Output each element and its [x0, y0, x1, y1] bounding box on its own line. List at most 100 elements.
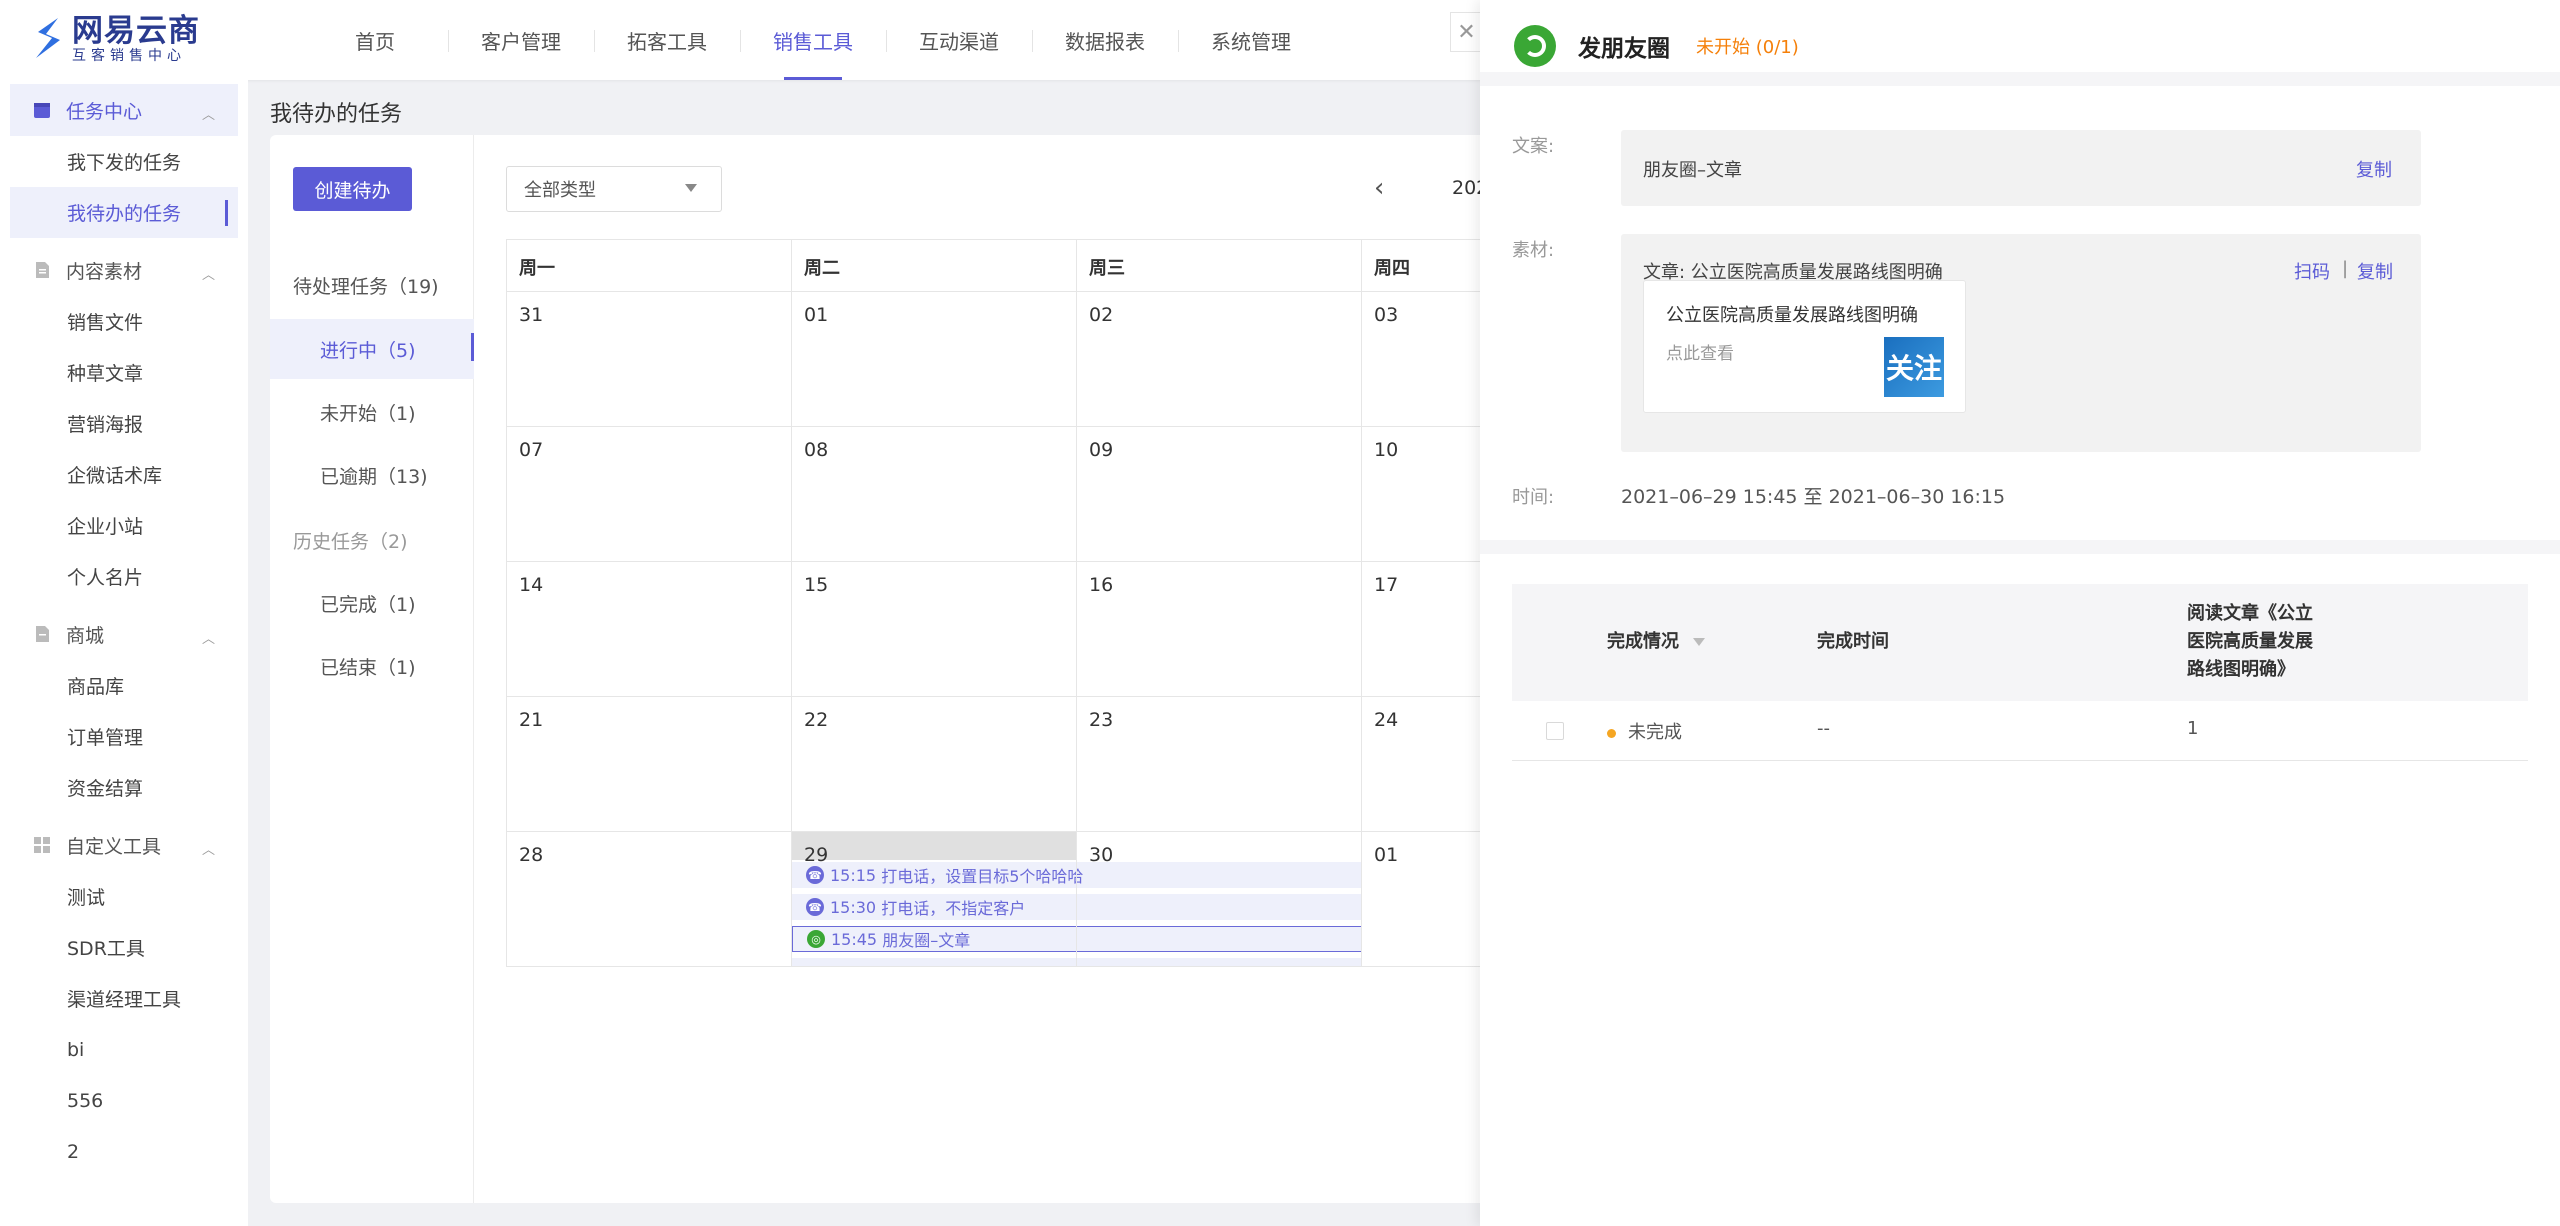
- sidebar-item-fund-settlement[interactable]: 资金结算: [0, 762, 248, 813]
- caret-down-icon: [685, 184, 697, 192]
- sidebar-group-mall[interactable]: 商城 ︿: [0, 608, 248, 660]
- sidebar-item-sdr-tool[interactable]: SDR工具: [0, 922, 248, 973]
- weekday-wed: 周三: [1076, 240, 1361, 291]
- calendar-day[interactable]: 28: [506, 832, 791, 966]
- logo-icon: [30, 14, 66, 64]
- sidebar-group-task-center[interactable]: 任务中心 ︿: [10, 84, 238, 136]
- grid-icon: [32, 835, 52, 855]
- completion-table: 完成情况 完成时间 阅读文章《公立 医院高质量发展 路线图明确》 未完成 -- …: [1512, 584, 2528, 761]
- sidebar-item-business-card[interactable]: 个人名片: [0, 551, 248, 602]
- time-range: 2021–06–29 15:45 至 2021–06–30 16:15: [1621, 486, 2006, 508]
- moments-icon: [1514, 25, 1556, 67]
- task-type-select[interactable]: 全部类型: [506, 166, 722, 212]
- weekday-tue: 周二: [791, 240, 1076, 291]
- calendar-day[interactable]: 02: [1076, 292, 1361, 426]
- copy-box: 朋友圈–文章 复制: [1621, 130, 2421, 206]
- sidebar-group-custom-tools[interactable]: 自定义工具 ︿: [0, 819, 248, 871]
- sidebar-item-seeding-articles[interactable]: 种草文章: [0, 347, 248, 398]
- calendar-day[interactable]: 01: [791, 292, 1076, 426]
- task-filter-column: 创建待办 待处理任务（19) 进行中（5) 未开始（1) 已逾期（13) 历史任…: [270, 135, 474, 1203]
- sidebar-item-my-assigned-tasks[interactable]: 我下发的任务: [0, 136, 248, 187]
- create-todo-button[interactable]: 创建待办: [293, 167, 412, 211]
- row-checkbox[interactable]: [1546, 722, 1564, 740]
- copy-label: 文案:: [1512, 136, 1555, 157]
- chevron-up-icon[interactable]: ︿: [202, 264, 215, 283]
- sidebar-item-sales-files[interactable]: 销售文件: [0, 296, 248, 347]
- calendar-week: 28 29 ☎ 15:15 打电话，设置目标5个哈哈哈 ☎ 15:30 打电话，…: [506, 832, 1570, 967]
- brand-name: 网易云商: [72, 13, 200, 49]
- time-label: 时间:: [1512, 487, 1555, 508]
- sidebar-item-my-todo-tasks[interactable]: 我待办的任务: [10, 187, 238, 238]
- filter-ended[interactable]: 已结束（1): [270, 636, 474, 696]
- copy-text: 朋友圈–文章: [1643, 160, 1742, 181]
- sidebar-group-label: 商城: [66, 624, 105, 647]
- pending-tasks-category[interactable]: 待处理任务（19): [293, 272, 439, 299]
- sidebar-item-marketing-posters[interactable]: 营销海报: [0, 398, 248, 449]
- calendar-day[interactable]: 31: [506, 292, 791, 426]
- nav-prospecting-tools[interactable]: 拓客工具: [594, 0, 740, 80]
- nav-customer-management[interactable]: 客户管理: [448, 0, 594, 80]
- calendar-day[interactable]: 22: [791, 697, 1076, 831]
- brand-logo[interactable]: 网易云商 互客销售中心: [30, 14, 200, 64]
- row-status: 未完成: [1607, 718, 1682, 744]
- calendar-day[interactable]: 21: [506, 697, 791, 831]
- scan-button[interactable]: 扫码: [2294, 258, 2330, 284]
- calendar-day[interactable]: 30: [1076, 832, 1361, 966]
- event-text: 打电话，设置目标5个哈哈哈: [881, 867, 1084, 886]
- material-box: 文章: 公立医院高质量发展路线图明确 扫码 | 复制 公立医院高质量发展路线图明…: [1621, 234, 2421, 452]
- sidebar-item-product-library[interactable]: 商品库: [0, 660, 248, 711]
- chevron-up-icon[interactable]: ︿: [202, 104, 215, 123]
- chevron-up-icon[interactable]: ︿: [202, 628, 215, 647]
- sidebar-group-label: 自定义工具: [66, 835, 162, 858]
- filter-overdue[interactable]: 已逾期（13): [270, 445, 474, 505]
- event-time: 15:15: [830, 865, 877, 885]
- calendar-day[interactable]: 08: [791, 427, 1076, 561]
- article-view-link[interactable]: 点此查看: [1666, 339, 1734, 364]
- sidebar-group-content-materials[interactable]: 内容素材 ︿: [0, 244, 248, 296]
- calendar-day[interactable]: 16: [1076, 562, 1361, 696]
- material-copy-button[interactable]: 复制: [2357, 258, 2393, 284]
- calendar-day[interactable]: 09: [1076, 427, 1361, 561]
- event-text: 朋友圈–文章: [882, 931, 971, 950]
- close-drawer-icon[interactable]: ✕: [1450, 12, 1482, 52]
- calendar-week: 21 22 23 24: [506, 697, 1570, 832]
- drawer-header: 发朋友圈 未开始 (0/1): [1480, 0, 2560, 86]
- status-badge: 未开始 (0/1): [1696, 37, 1799, 58]
- calendar-day[interactable]: 23: [1076, 697, 1361, 831]
- calendar-header: 周一 周二 周三 周四: [506, 240, 1570, 292]
- sidebar-item-channel-manager-tool[interactable]: 渠道经理工具: [0, 973, 248, 1024]
- calendar-day[interactable]: 15: [791, 562, 1076, 696]
- calendar-week: 31 01 02 03: [506, 292, 1570, 427]
- event-time: 15:45: [831, 929, 878, 949]
- sidebar-item-script-library[interactable]: 企微话术库: [0, 449, 248, 500]
- filter-in-progress[interactable]: 进行中（5): [270, 319, 474, 379]
- article-card[interactable]: 公立医院高质量发展路线图明确 点此查看 关注: [1643, 280, 1966, 413]
- sidebar-item-enterprise-site[interactable]: 企业小站: [0, 500, 248, 551]
- nav-interaction-channels[interactable]: 互动渠道: [886, 0, 1032, 80]
- history-tasks-category[interactable]: 历史任务（2): [293, 527, 408, 554]
- nav-home[interactable]: 首页: [302, 0, 448, 80]
- filter-not-started[interactable]: 未开始（1): [270, 382, 474, 442]
- drawer-title: 发朋友圈: [1578, 36, 1670, 62]
- sidebar-item-order-management[interactable]: 订单管理: [0, 711, 248, 762]
- prev-month-arrow-icon[interactable]: ‹: [1374, 173, 1384, 203]
- calendar-day-today[interactable]: 29 ☎ 15:15 打电话，设置目标5个哈哈哈 ☎ 15:30 打电话，不指定…: [791, 832, 1362, 966]
- filter-icon[interactable]: [1693, 638, 1705, 646]
- phone-icon: ☎: [806, 898, 824, 916]
- event-text: 打电话，不指定客户: [881, 899, 1026, 918]
- nav-data-reports[interactable]: 数据报表: [1032, 0, 1178, 80]
- col-completion-status[interactable]: 完成情况: [1607, 628, 1705, 656]
- chevron-up-icon[interactable]: ︿: [202, 839, 215, 858]
- sidebar-item-2[interactable]: 2: [0, 1126, 248, 1177]
- calendar-day[interactable]: 14: [506, 562, 791, 696]
- filter-completed[interactable]: 已完成（1): [270, 573, 474, 633]
- sidebar-item-test[interactable]: 测试: [0, 871, 248, 922]
- sidebar-item-bi[interactable]: bi: [0, 1024, 248, 1075]
- table-header: 完成情况 完成时间 阅读文章《公立 医院高质量发展 路线图明确》: [1512, 584, 2528, 701]
- calendar-day[interactable]: 07: [506, 427, 791, 561]
- sidebar-item-556[interactable]: 556: [0, 1075, 248, 1126]
- nav-sales-tools[interactable]: 销售工具: [740, 0, 886, 80]
- copy-button[interactable]: 复制: [2356, 156, 2392, 182]
- link-separator: |: [2342, 258, 2349, 279]
- nav-system-management[interactable]: 系统管理: [1178, 0, 1324, 80]
